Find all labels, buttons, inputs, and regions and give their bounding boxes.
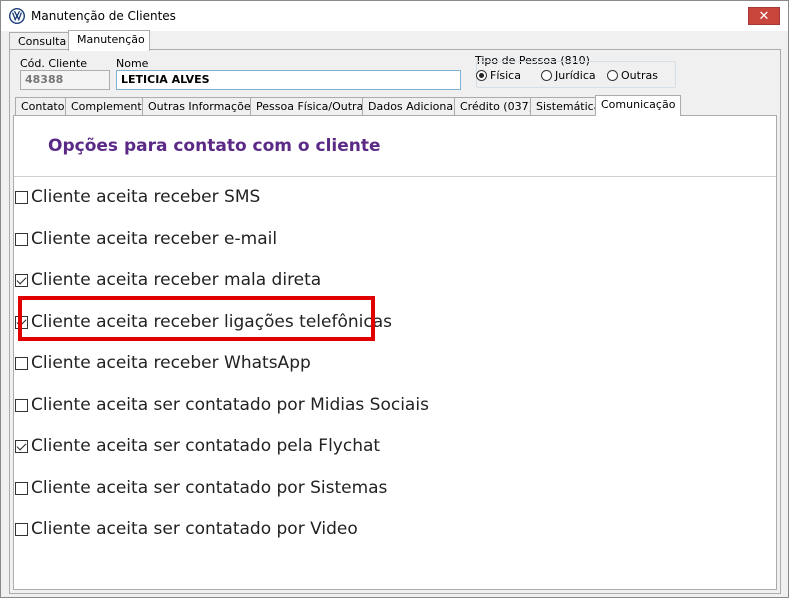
tab-manutencao[interactable]: Manutenção xyxy=(68,30,150,51)
option-video[interactable]: Cliente aceita ser contatado por Video xyxy=(15,519,358,539)
tab-comunicacao[interactable]: Comunicação xyxy=(595,95,682,116)
cod-cliente-field[interactable]: 48388 xyxy=(20,70,110,90)
radio-unselected-icon xyxy=(607,70,618,81)
tab-credito[interactable]: Crédito (037) xyxy=(454,97,539,115)
option-label: Cliente aceita receber e-mail xyxy=(31,229,278,249)
checkbox-icon[interactable] xyxy=(15,398,28,412)
tab-consulta[interactable]: Consulta xyxy=(9,32,69,50)
radio-unselected-icon xyxy=(541,70,552,81)
title-bar[interactable]: Manutenção de Clientes ✕ xyxy=(1,1,788,31)
checkbox-icon[interactable] xyxy=(15,356,28,370)
checkbox-checked-icon[interactable] xyxy=(15,439,28,453)
option-label: Cliente aceita receber WhatsApp xyxy=(31,353,311,373)
option-email[interactable]: Cliente aceita receber e-mail xyxy=(15,229,277,249)
close-icon: ✕ xyxy=(758,8,770,24)
checkbox-icon[interactable] xyxy=(15,481,28,495)
section-header: Opções para contato com o cliente xyxy=(14,116,776,177)
window-title: Manutenção de Clientes xyxy=(31,9,176,23)
option-label: Cliente aceita ser contatado pela Flycha… xyxy=(31,436,381,456)
option-sistemas[interactable]: Cliente aceita ser contatado por Sistema… xyxy=(15,478,387,498)
tab-dados-adicionais[interactable]: Dados Adicionais xyxy=(362,97,468,115)
radio-selected-icon xyxy=(476,70,487,81)
radio-juridica[interactable]: Jurídica xyxy=(541,69,596,82)
radio-outras-label: Outras xyxy=(621,69,658,82)
nome-field[interactable]: LETICIA ALVES xyxy=(116,70,461,90)
checkbox-checked-icon[interactable] xyxy=(15,273,28,287)
option-label: Cliente aceita receber SMS xyxy=(31,187,261,207)
option-whatsapp[interactable]: Cliente aceita receber WhatsApp xyxy=(15,353,311,373)
option-label: Cliente aceita receber mala direta xyxy=(31,270,322,290)
option-sms[interactable]: Cliente aceita receber SMS xyxy=(15,187,260,207)
nome-label: Nome xyxy=(116,57,149,70)
section-title: Opções para contato com o cliente xyxy=(48,136,381,156)
checkbox-icon[interactable] xyxy=(15,232,28,246)
vw-logo-icon xyxy=(9,8,25,24)
option-midias-sociais[interactable]: Cliente aceita ser contatado por Midias … xyxy=(15,395,429,415)
cod-cliente-label: Cód. Cliente xyxy=(20,57,87,70)
option-label: Cliente aceita ser contatado por Video xyxy=(31,519,358,539)
radio-outras[interactable]: Outras xyxy=(607,69,658,82)
checkbox-icon[interactable] xyxy=(15,522,28,536)
tab-pessoa-fisica-outras[interactable]: Pessoa Física/Outras xyxy=(250,97,376,115)
tab-contato[interactable]: Contato xyxy=(15,97,71,115)
highlight-box xyxy=(18,296,375,341)
radio-juridica-label: Jurídica xyxy=(555,69,596,82)
radio-fisica[interactable]: Física xyxy=(476,69,521,82)
close-button[interactable]: ✕ xyxy=(748,7,780,25)
checkbox-icon[interactable] xyxy=(15,190,28,204)
main-window: Manutenção de Clientes ✕ Consulta Manute… xyxy=(0,0,789,598)
radio-fisica-label: Física xyxy=(490,69,521,82)
option-flychat[interactable]: Cliente aceita ser contatado pela Flycha… xyxy=(15,436,380,456)
option-label: Cliente aceita ser contatado por Sistema… xyxy=(31,478,388,498)
tab-outras-informacoes[interactable]: Outras Informações xyxy=(142,97,263,115)
option-label: Cliente aceita ser contatado por Midias … xyxy=(31,395,429,415)
option-mala-direta[interactable]: Cliente aceita receber mala direta xyxy=(15,270,321,290)
